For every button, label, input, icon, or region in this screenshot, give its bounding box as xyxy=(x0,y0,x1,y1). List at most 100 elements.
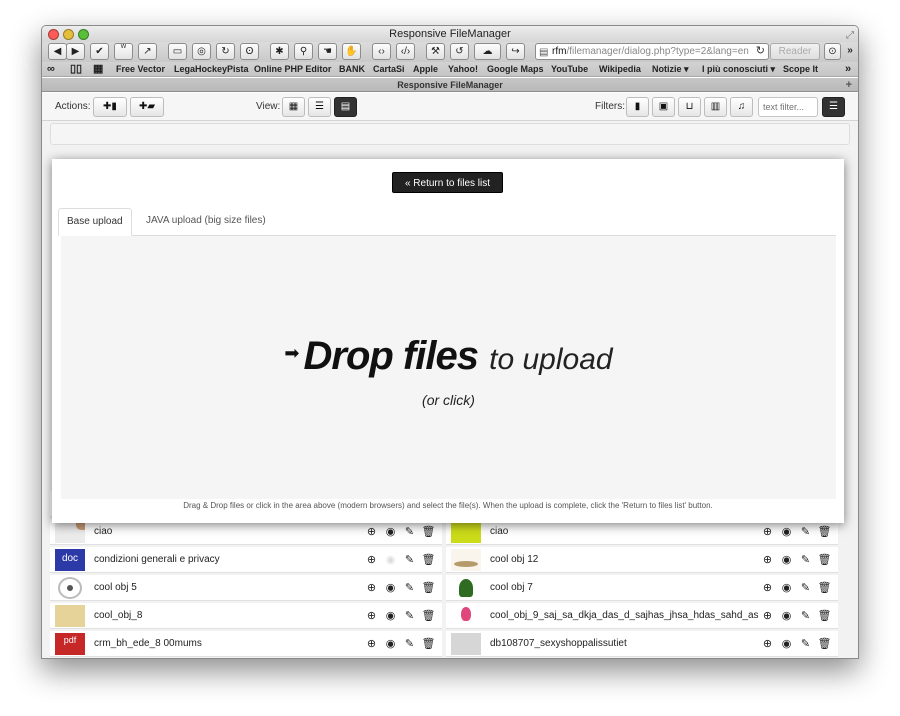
rename-icon[interactable]: ✎ xyxy=(400,553,419,566)
bookmark-item[interactable]: CartaSi xyxy=(373,62,405,77)
rename-icon[interactable]: ✎ xyxy=(796,525,815,538)
preview-icon[interactable]: ◉ xyxy=(777,553,796,566)
book-icon[interactable]: ▯▯ xyxy=(70,62,82,77)
download-icon[interactable]: ⊕ xyxy=(758,609,777,622)
share-button[interactable]: ↪ xyxy=(506,43,525,60)
wrench-button[interactable]: ⚒ xyxy=(426,43,445,60)
bookmark-item[interactable]: Apple xyxy=(413,62,438,77)
tab-active[interactable]: Responsive FileManager xyxy=(397,80,503,90)
rename-icon[interactable]: ✎ xyxy=(400,637,419,650)
spiral-button[interactable]: ◎ xyxy=(192,43,211,60)
bookmark-item[interactable]: Free Vector xyxy=(116,62,165,77)
delete-icon[interactable]: 🗑 xyxy=(419,609,438,622)
download-icon[interactable]: ⊕ xyxy=(362,581,381,594)
filter-video-button[interactable]: ▥ xyxy=(704,97,727,117)
check-button[interactable]: ✔ xyxy=(90,43,109,60)
new-file-button[interactable]: ✚▮ xyxy=(93,97,127,117)
bookmark-item[interactable]: Yahoo! xyxy=(448,62,478,77)
view-grid-button[interactable]: ▦ xyxy=(282,97,305,117)
rename-icon[interactable]: ✎ xyxy=(400,525,419,538)
expand-button[interactable]: ↗ xyxy=(138,43,157,60)
filter-images-button[interactable]: ▣ xyxy=(652,97,675,117)
reload-ext-button[interactable]: ↻ xyxy=(216,43,235,60)
rename-icon[interactable]: ✎ xyxy=(400,581,419,594)
preview-icon[interactable]: ◉ xyxy=(381,581,400,594)
filter-music-button[interactable]: ♫ xyxy=(730,97,753,117)
forward-button[interactable]: ▶ xyxy=(66,43,85,60)
cloud-button[interactable]: ☁ xyxy=(474,43,501,60)
bookmark-item[interactable]: Google Maps xyxy=(487,62,544,77)
delete-icon[interactable]: 🗑 xyxy=(419,525,438,538)
delete-icon[interactable]: 🗑 xyxy=(815,609,834,622)
preview-icon[interactable]: ◉ xyxy=(381,637,400,650)
downloads-button[interactable]: ⊙ xyxy=(824,43,841,60)
code2-button[interactable]: ‹/› xyxy=(396,43,415,60)
dropzone[interactable]: ➡ Drop files to upload (or click) xyxy=(61,235,836,499)
list-item[interactable]: pdf crm_bh_ede_8 00mums ⊕ ◉ ✎ 🗑 xyxy=(50,631,442,657)
hand-button[interactable]: ☚ xyxy=(318,43,337,60)
preview-icon[interactable]: ◉ xyxy=(777,581,796,594)
rename-icon[interactable]: ✎ xyxy=(796,637,815,650)
bookmark-item[interactable]: LegaHockeyPista xyxy=(174,62,249,77)
reload-icon[interactable]: ↻ xyxy=(755,44,765,59)
bookmark-item[interactable]: Notizie ▾ xyxy=(652,62,689,77)
download-icon[interactable]: ⊕ xyxy=(362,525,381,538)
preview-icon[interactable]: ◉ xyxy=(777,525,796,538)
ear-button[interactable]: ʘ xyxy=(240,43,259,60)
download-icon[interactable]: ⊕ xyxy=(362,609,381,622)
text-filter-input[interactable] xyxy=(758,97,818,117)
download-icon[interactable]: ⊕ xyxy=(362,637,381,650)
view-list-button[interactable]: ☰ xyxy=(308,97,331,117)
preview-icon[interactable]: ◉ xyxy=(777,609,796,622)
minimize-window-button[interactable] xyxy=(63,29,74,40)
reader-button[interactable]: Reader xyxy=(770,43,820,60)
delete-icon[interactable]: 🗑 xyxy=(419,581,438,594)
rename-icon[interactable]: ✎ xyxy=(400,609,419,622)
list-item[interactable]: doc condizioni generali e privacy ⊕ ◉ ✎ 🗑 xyxy=(50,547,442,573)
rename-icon[interactable]: ✎ xyxy=(796,553,815,566)
list-item[interactable]: cool obj 7 ⊕ ◉ ✎ 🗑 xyxy=(446,575,838,601)
bookmark-item[interactable]: Online PHP Editor xyxy=(254,62,331,77)
download-icon[interactable]: ⊕ xyxy=(758,525,777,538)
hand2-button[interactable]: ✋ xyxy=(342,43,361,60)
tab-base-upload[interactable]: Base upload xyxy=(58,208,132,236)
bookmark-item[interactable]: Wikipedia xyxy=(599,62,641,77)
undo-button[interactable]: ↺ xyxy=(450,43,469,60)
preview-icon[interactable]: ◉ xyxy=(381,525,400,538)
list-item[interactable]: cool_obj_8 ⊕ ◉ ✎ 🗑 xyxy=(50,603,442,629)
download-icon[interactable]: ⊕ xyxy=(758,581,777,594)
download-icon[interactable]: ⊕ xyxy=(758,637,777,650)
back-button[interactable]: ◀ xyxy=(48,43,67,60)
new-tab-icon[interactable]: + xyxy=(846,78,852,92)
download-icon[interactable]: ⊕ xyxy=(362,553,381,566)
tab-java-upload[interactable]: JAVA upload (big size files) xyxy=(138,208,274,236)
delete-icon[interactable]: 🗑 xyxy=(815,525,834,538)
bug-button[interactable]: ✱ xyxy=(270,43,289,60)
keyboard-button[interactable]: ▭ xyxy=(168,43,187,60)
delete-icon[interactable]: 🗑 xyxy=(815,553,834,566)
preview-icon[interactable]: ◉ xyxy=(777,637,796,650)
view-columns-button[interactable]: ▤ xyxy=(334,97,357,117)
word-button[interactable]: W xyxy=(114,43,133,60)
delete-icon[interactable]: 🗑 xyxy=(419,553,438,566)
bookmark-item[interactable]: I più conosciuti ▾ xyxy=(702,62,775,77)
filter-files-button[interactable]: ▮ xyxy=(626,97,649,117)
delete-icon[interactable]: 🗑 xyxy=(419,637,438,650)
address-bar[interactable]: ▤ rfm/filemanager/dialog.php?type=2&lang… xyxy=(535,43,769,60)
reading-list-icon[interactable]: ∞ xyxy=(47,62,55,77)
delete-icon[interactable]: 🗑 xyxy=(815,637,834,650)
list-item[interactable]: cool obj 12 ⊕ ◉ ✎ 🗑 xyxy=(446,547,838,573)
grid-icon[interactable]: ▦ xyxy=(93,62,103,77)
more-toolbar-button[interactable]: » xyxy=(843,43,857,60)
download-icon[interactable]: ⊕ xyxy=(758,553,777,566)
rename-icon[interactable]: ✎ xyxy=(796,609,815,622)
new-folder-button[interactable]: ✚▰ xyxy=(130,97,164,117)
list-item[interactable]: cool obj 5 ⊕ ◉ ✎ 🗑 xyxy=(50,575,442,601)
bookmark-item[interactable]: YouTube xyxy=(551,62,588,77)
close-window-button[interactable] xyxy=(48,29,59,40)
code-button[interactable]: ‹› xyxy=(372,43,391,60)
maximize-window-button[interactable] xyxy=(78,29,89,40)
bookmark-item[interactable]: BANK xyxy=(339,62,365,77)
pin-button[interactable]: ⚲ xyxy=(294,43,313,60)
sort-menu-button[interactable]: ☰ xyxy=(822,97,845,117)
